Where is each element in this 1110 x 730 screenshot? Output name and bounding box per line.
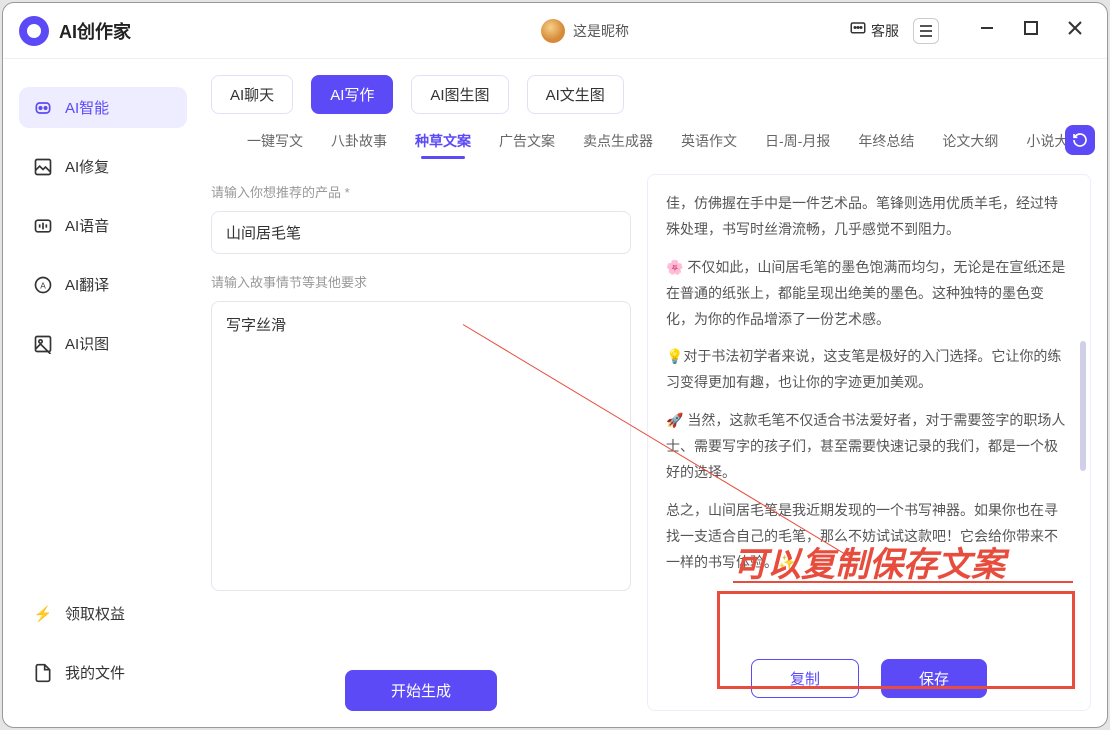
avatar-icon[interactable] <box>541 19 565 43</box>
svg-text:A: A <box>40 280 46 290</box>
subtab-thesis[interactable]: 论文大纲 <box>942 131 998 159</box>
subtab-selling[interactable]: 卖点生成器 <box>583 131 653 159</box>
voice-icon <box>33 216 53 236</box>
sidebar-item-ai-translate[interactable]: A AI翻译 <box>19 264 187 305</box>
image-scan-icon <box>33 334 53 354</box>
sidebar-item-label: 我的文件 <box>65 662 125 683</box>
sidebar-item-label: 领取权益 <box>65 603 125 624</box>
output-column: 佳，仿佛握在手中是一件艺术品。笔锋则选用优质羊毛，经过特殊处理，书写时丝滑流畅，… <box>647 174 1091 711</box>
generate-button[interactable]: 开始生成 <box>345 670 497 711</box>
maximize-button[interactable] <box>1023 21 1039 40</box>
chat-icon <box>849 20 867 41</box>
menu-button[interactable] <box>913 18 939 44</box>
requirement-label: 请输入故事情节等其他要求 <box>211 272 631 291</box>
output-paragraph: 💡对于书法初学者来说，这支笔是极好的入门选择。它让你的练习变得更加有趣，也让你的… <box>666 344 1066 396</box>
close-button[interactable] <box>1067 21 1083 40</box>
subtab-english[interactable]: 英语作文 <box>681 131 737 159</box>
sidebar-item-ai-repair[interactable]: AI修复 <box>19 146 187 187</box>
output-paragraph: 🌸 不仅如此，山间居毛笔的墨色饱满而均匀，无论是在宣纸还是在普通的纸张上，都能呈… <box>666 255 1066 333</box>
input-column: 请输入你想推荐的产品 * 请输入故事情节等其他要求 开始生成 <box>211 174 631 711</box>
sidebar-item-ai-recognize[interactable]: AI识图 <box>19 323 187 364</box>
tab-ai-img2img[interactable]: AI图生图 <box>411 75 508 114</box>
output-paragraph: 佳，仿佛握在手中是一件艺术品。笔锋则选用优质羊毛，经过特殊处理，书写时丝滑流畅，… <box>666 191 1066 243</box>
requirement-textarea[interactable] <box>211 301 631 591</box>
product-input[interactable] <box>211 211 631 254</box>
sidebar-item-label: AI语音 <box>65 215 109 236</box>
sidebar-item-my-files[interactable]: 我的文件 <box>19 652 187 693</box>
output-paragraph: 总之，山间居毛笔是我近期发现的一个书写神器。如果你也在寻找一支适合自己的毛笔，那… <box>666 498 1066 576</box>
tab-ai-txt2img[interactable]: AI文生图 <box>527 75 624 114</box>
app-window: AI创作家 这是昵称 客服 AI智能 AI修复 <box>2 2 1108 728</box>
tab-ai-chat[interactable]: AI聊天 <box>211 75 293 114</box>
primary-tabs: AI聊天 AI写作 AI图生图 AI文生图 <box>211 75 1091 114</box>
product-label: 请输入你想推荐的产品 * <box>211 182 631 201</box>
output-actions: 复制 保存 <box>666 645 1072 698</box>
subtab-grass[interactable]: 种草文案 <box>415 131 471 159</box>
content-panel: 请输入你想推荐的产品 * 请输入故事情节等其他要求 开始生成 佳，仿佛握在手中是… <box>211 174 1091 711</box>
titlebar: AI创作家 这是昵称 客服 <box>3 3 1107 59</box>
body: AI智能 AI修复 AI语音 A AI翻译 AI识图 ⚡ 领取权益 <box>3 59 1107 727</box>
redo-fab-button[interactable] <box>1065 125 1095 155</box>
scrollbar-thumb[interactable] <box>1080 341 1086 471</box>
translate-icon: A <box>33 275 53 295</box>
subtab-ad[interactable]: 广告文案 <box>499 131 555 159</box>
sparkle-icon <box>33 98 53 118</box>
sidebar-item-ai-voice[interactable]: AI语音 <box>19 205 187 246</box>
window-controls <box>979 21 1083 40</box>
sidebar-item-label: AI智能 <box>65 97 109 118</box>
app-title: AI创作家 <box>59 18 131 44</box>
sidebar-item-label: AI识图 <box>65 333 109 354</box>
sidebar: AI智能 AI修复 AI语音 A AI翻译 AI识图 ⚡ 领取权益 <box>3 59 203 727</box>
minimize-button[interactable] <box>979 21 995 40</box>
save-button[interactable]: 保存 <box>881 659 987 698</box>
image-repair-icon <box>33 157 53 177</box>
subtab-gossip[interactable]: 八卦故事 <box>331 131 387 159</box>
sidebar-item-label: AI修复 <box>65 156 109 177</box>
file-icon <box>33 663 53 683</box>
customer-service-button[interactable]: 客服 <box>849 20 899 41</box>
kefu-label: 客服 <box>871 21 899 41</box>
subtab-onekey[interactable]: 一键写文 <box>247 131 303 159</box>
app-logo-icon <box>19 16 49 46</box>
sidebar-item-label: AI翻译 <box>65 274 109 295</box>
sidebar-item-ai-smart[interactable]: AI智能 <box>19 87 187 128</box>
nickname[interactable]: 这是昵称 <box>573 21 629 41</box>
tab-ai-write[interactable]: AI写作 <box>311 75 393 114</box>
subtab-year[interactable]: 年终总结 <box>858 131 914 159</box>
output-text[interactable]: 佳，仿佛握在手中是一件艺术品。笔锋则选用优质羊毛，经过特殊处理，书写时丝滑流畅，… <box>666 191 1072 645</box>
secondary-tabs: 一键写文 八卦故事 种草文案 广告文案 卖点生成器 英语作文 日-周-月报 年终… <box>211 128 1091 162</box>
subtab-report[interactable]: 日-周-月报 <box>765 131 830 159</box>
lightning-icon: ⚡ <box>33 604 53 624</box>
main: AI聊天 AI写作 AI图生图 AI文生图 一键写文 八卦故事 种草文案 广告文… <box>203 59 1107 727</box>
copy-button[interactable]: 复制 <box>751 659 859 698</box>
sidebar-item-benefits[interactable]: ⚡ 领取权益 <box>19 593 187 634</box>
scrollbar-track[interactable] <box>1080 191 1086 650</box>
output-paragraph: 🚀 当然，这款毛笔不仅适合书法爱好者，对于需要签字的职场人士、需要写字的孩子们，… <box>666 408 1066 486</box>
